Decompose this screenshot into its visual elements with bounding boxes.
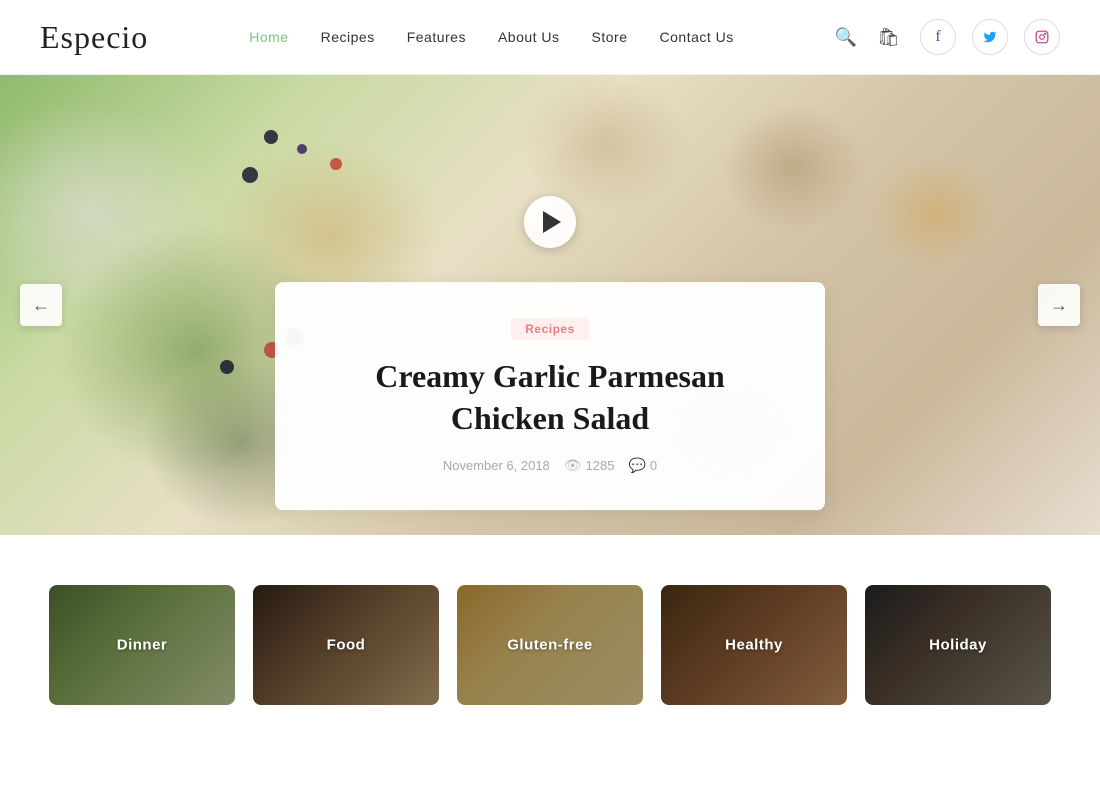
recipe-badge[interactable]: Recipes — [511, 318, 589, 340]
cart-button[interactable]: 🛍 — [877, 27, 900, 48]
gluten-label: Gluten-free — [507, 637, 593, 654]
main-nav: Home Recipes Features About Us Store Con… — [249, 29, 734, 45]
facebook-button[interactable]: f — [920, 19, 956, 55]
food-label: Food — [327, 637, 366, 654]
holiday-label: Holiday — [929, 637, 987, 654]
hero-comments: 💬 0 — [628, 457, 657, 474]
hero-views: 👁 1285 — [564, 457, 615, 474]
nav-features[interactable]: Features — [407, 29, 466, 45]
nav-store[interactable]: Store — [592, 29, 628, 45]
healthy-label: Healthy — [725, 637, 783, 654]
nav-about[interactable]: About Us — [498, 29, 560, 45]
category-holiday[interactable]: Holiday — [865, 585, 1051, 705]
berry-deco — [297, 144, 307, 154]
hero-meta: November 6, 2018 👁 1285 💬 0 — [335, 457, 765, 474]
berry-deco — [242, 167, 258, 183]
prev-arrow[interactable]: ← — [20, 284, 62, 326]
category-gluten-free[interactable]: Gluten-free — [457, 585, 643, 705]
hero-date: November 6, 2018 — [443, 458, 550, 473]
berry-deco — [330, 158, 342, 170]
logo[interactable]: Especio — [40, 19, 148, 56]
next-arrow[interactable]: → — [1038, 284, 1080, 326]
nav-recipes[interactable]: Recipes — [321, 29, 375, 45]
header: Especio Home Recipes Features About Us S… — [0, 0, 1100, 75]
instagram-button[interactable] — [1024, 19, 1060, 55]
category-food[interactable]: Food — [253, 585, 439, 705]
category-dinner[interactable]: Dinner — [49, 585, 235, 705]
hero-card: Recipes Creamy Garlic Parmesan Chicken S… — [275, 282, 825, 510]
play-button[interactable] — [524, 196, 576, 248]
categories-section: Dinner Food Gluten-free Healthy Holiday — [0, 535, 1100, 745]
search-button[interactable]: 🔍 — [835, 27, 857, 48]
nav-contact[interactable]: Contact Us — [660, 29, 734, 45]
views-icon: 👁 — [564, 457, 582, 474]
header-actions: 🔍 🛍 f — [835, 19, 1060, 55]
hero-section: ← → Recipes Creamy Garlic Parmesan Chick… — [0, 75, 1100, 535]
category-healthy[interactable]: Healthy — [661, 585, 847, 705]
nav-home[interactable]: Home — [249, 29, 288, 45]
dinner-label: Dinner — [117, 637, 168, 654]
comments-icon: 💬 — [628, 457, 645, 474]
hero-title: Creamy Garlic Parmesan Chicken Salad — [335, 356, 765, 439]
twitter-button[interactable] — [972, 19, 1008, 55]
categories-grid: Dinner Food Gluten-free Healthy Holiday — [40, 585, 1060, 705]
